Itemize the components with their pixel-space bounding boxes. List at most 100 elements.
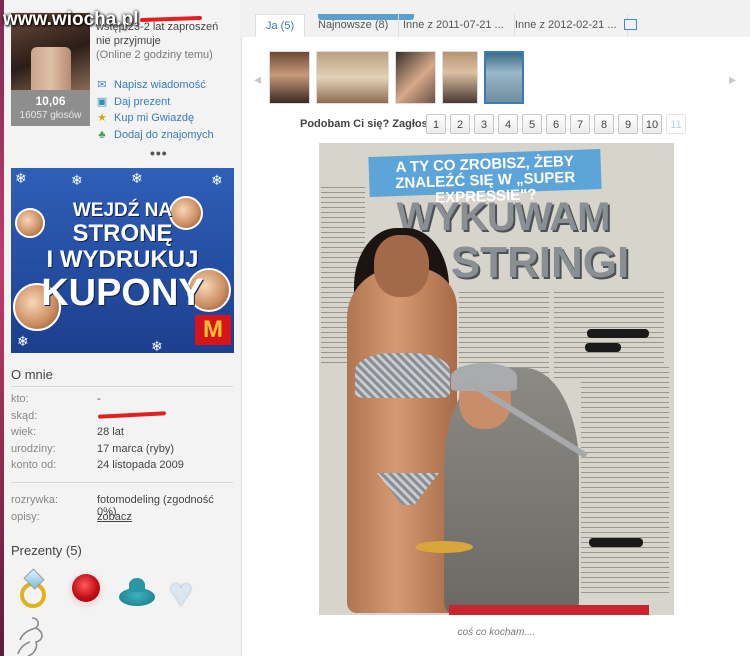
photo-thumbnail[interactable]	[269, 51, 310, 104]
vote-button-3[interactable]: 3	[474, 114, 494, 134]
vote-label: Podobam Ci się? Zagłosuj:	[300, 118, 442, 130]
main-photo[interactable]: A TY CO ZROBISZ, ŻEBY ZNALEŹĆ SIĘ W „SUP…	[319, 143, 674, 615]
profile-sidebar: www.wiocha.pl 10,06 16057 głosów wstęp 2…	[0, 0, 240, 656]
advertisement-banner[interactable]: ❄ ❄ ❄ ❄ ❄ ❄ WEJDŹ NA STRONĘ I WYDRUKUJ K…	[11, 168, 234, 353]
redaction-mark	[587, 329, 649, 338]
descriptions-link[interactable]: zobacz	[97, 511, 132, 523]
tab-others-2012[interactable]: Inne z 2012-02-21 ...	[505, 14, 628, 37]
snowflake-icon: ❄	[17, 333, 29, 349]
snowflake-icon: ❄	[151, 338, 163, 353]
about-field: wiek: 28 lat	[11, 426, 236, 443]
send-message-link[interactable]: ✉ Napisz wiadomość	[96, 77, 214, 94]
photo-thumbnail[interactable]	[316, 51, 389, 104]
status-line: nie przyjmuje	[96, 35, 161, 47]
newspaper-header-banner: A TY CO ZROBISZ, ŻEBY ZNALEŹĆ SIĘ W „SUP…	[368, 148, 602, 207]
mcdonalds-logo: M	[195, 315, 231, 345]
add-friend-link[interactable]: ♣ Dodaj do znajomych	[96, 127, 214, 144]
thumbs-prev-arrow-icon[interactable]: ◂	[254, 71, 261, 88]
thumbnail-strip: ◂ ▸	[242, 51, 750, 109]
rose-gift-icon[interactable]	[66, 570, 106, 610]
redaction-mark	[589, 538, 643, 547]
action-label: Kup mi Gwiazdę	[114, 112, 195, 125]
profile-photo-figure	[31, 47, 71, 90]
snowflake-icon: ❄	[15, 170, 27, 186]
thumbs-next-arrow-icon[interactable]: ▸	[729, 71, 736, 88]
ring-gift-icon[interactable]	[14, 568, 54, 610]
field-label: konto od:	[11, 459, 57, 471]
vote-button-2[interactable]: 2	[450, 114, 470, 134]
field-value: -	[97, 393, 101, 405]
photo-thumbnail-selected[interactable]	[484, 51, 524, 104]
vote-button-8[interactable]: 8	[594, 114, 614, 134]
vote-button-4[interactable]: 4	[498, 114, 518, 134]
dish-gift-icon[interactable]	[117, 570, 157, 610]
redaction-mark	[585, 343, 621, 352]
about-field: opisy: zobacz	[11, 511, 236, 528]
crystal-heart-gift-icon[interactable]: ♥	[165, 570, 205, 615]
left-edge-strip	[0, 0, 4, 656]
newspaper-text-column	[581, 363, 669, 593]
add-friend-icon: ♣	[98, 128, 106, 141]
heart-shape: ♥	[169, 571, 193, 615]
newspaper-footer-bar	[449, 605, 649, 615]
ad-headline: WEJDŹ NA	[72, 200, 173, 221]
rating-box: 10,06 16057 głosów	[11, 90, 90, 126]
gifts-heading: Prezenty (5)	[11, 543, 82, 558]
about-field: rozrywka: fotomodeling (zgodność 0%)	[11, 494, 236, 518]
vote-button-1[interactable]: 1	[426, 114, 446, 134]
gallery-tabs: Ja (5) Najnowsze (8) Inne z 2011-07-21 .…	[241, 14, 750, 39]
gift-icon: ▣	[96, 95, 108, 108]
divider	[11, 386, 233, 387]
vote-button-5[interactable]: 5	[522, 114, 542, 134]
status-line: wstęp 23-2 lat zaproszeń	[96, 21, 219, 33]
online-status: (Online 2 godziny temu)	[96, 49, 213, 61]
photo-thumbnail[interactable]	[395, 51, 436, 104]
photo-panel: ◂ ▸ Podobam Ci się? Zagłosuj: 1 2 3 4 5 …	[241, 37, 750, 656]
field-label: opisy:	[11, 511, 40, 523]
buy-star-link[interactable]: ★ Kup mi Gwiazdę	[96, 110, 214, 127]
about-heading: O mnie	[11, 367, 53, 382]
tab-newest[interactable]: Najnowsze (8)	[308, 14, 400, 37]
vote-bar: Podobam Ci się? Zagłosuj: 1 2 3 4 5 6 7 …	[242, 114, 750, 136]
rating-value: 10,06	[35, 94, 66, 108]
dish-lid	[129, 578, 145, 592]
photo-thumbnail[interactable]	[442, 51, 478, 104]
vote-button-6[interactable]: 6	[546, 114, 566, 134]
ad-headline: KUPONY	[41, 272, 204, 314]
field-label: wiek:	[11, 426, 37, 438]
tab-others-2011[interactable]: Inne z 2011-07-21 ...	[393, 14, 515, 37]
more-options[interactable]: •••	[150, 145, 168, 161]
snowflake-icon: ❄	[71, 172, 83, 188]
vote-button-10[interactable]: 10	[642, 114, 662, 134]
field-value: 28 lat	[97, 426, 124, 438]
newspaper-figure-woman	[347, 268, 457, 613]
newspaper-figure-helmet	[451, 363, 517, 391]
vote-button-11[interactable]: 11	[666, 114, 686, 134]
tab-me[interactable]: Ja (5)	[255, 14, 306, 39]
ad-headline: I WYDRUKUJ	[46, 246, 199, 273]
field-label: kto:	[11, 393, 29, 405]
action-label: Daj prezent	[114, 95, 171, 108]
action-label: Napisz wiadomość	[114, 79, 206, 92]
field-label: skąd:	[11, 410, 38, 422]
newspaper-figure-bikini	[355, 353, 450, 398]
vote-button-7[interactable]: 7	[570, 114, 590, 134]
popup-window-icon[interactable]	[624, 19, 637, 30]
profile-status: wstęp 23-2 lat zaproszeń nie przyjmuje (…	[96, 20, 236, 62]
rose-petals	[72, 574, 100, 602]
field-label: rozrywka:	[11, 494, 59, 506]
envelope-icon: ✉	[97, 79, 107, 92]
action-label: Dodaj do znajomych	[114, 128, 214, 141]
vote-button-9[interactable]: 9	[618, 114, 638, 134]
field-value: 17 marca (ryby)	[97, 443, 175, 455]
field-label: urodziny:	[11, 443, 56, 455]
dancer-gift-icon[interactable]	[14, 616, 48, 656]
snowflake-icon: ❄	[211, 172, 223, 188]
snowflake-icon: ❄	[131, 170, 143, 186]
newspaper-headline: STRINGI	[450, 238, 630, 287]
give-gift-link[interactable]: ▣ Daj prezent	[96, 94, 214, 111]
about-field: konto od: 24 listopada 2009	[11, 459, 236, 476]
divider	[11, 482, 233, 483]
rating-votes: 16057 głosów	[19, 110, 82, 121]
about-field: urodziny: 17 marca (ryby)	[11, 443, 236, 460]
